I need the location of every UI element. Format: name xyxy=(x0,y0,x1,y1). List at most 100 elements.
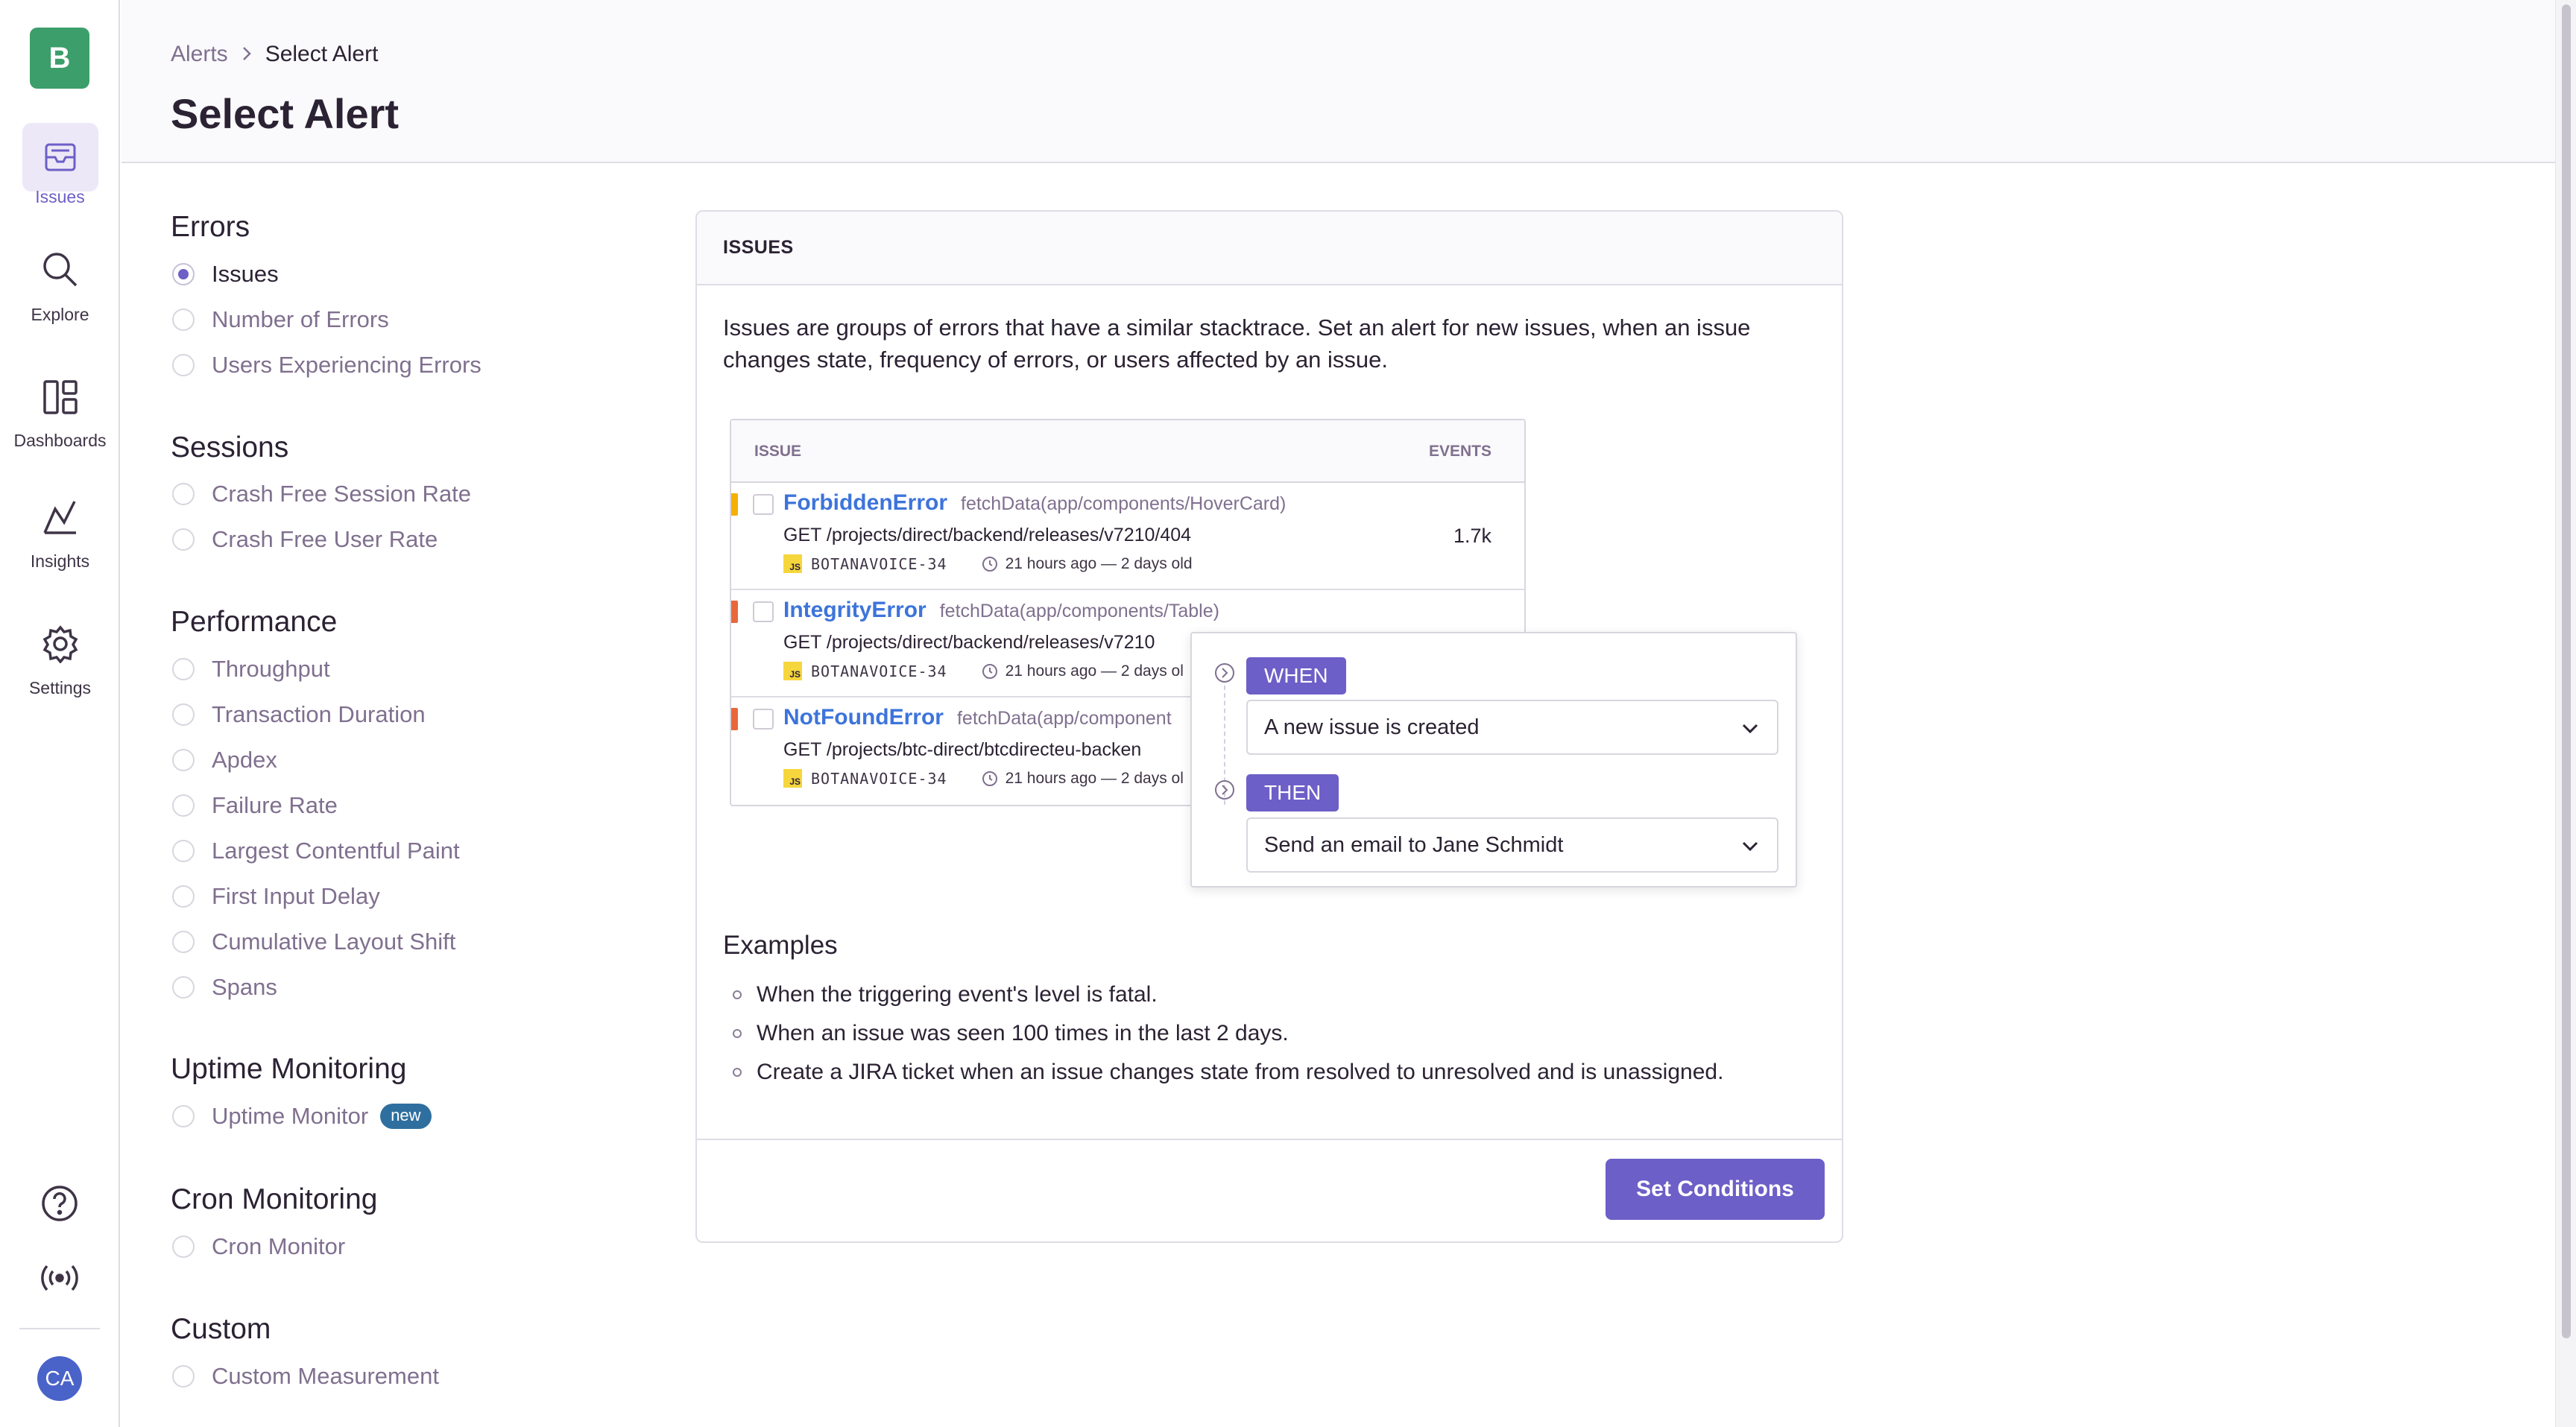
primary-sidebar: B Issues Explore Dashboards Insights Set… xyxy=(0,0,120,1427)
issue-checkbox[interactable] xyxy=(753,709,774,730)
option-spans[interactable]: Spans xyxy=(171,972,277,1002)
radio-users-experiencing-errors[interactable] xyxy=(172,354,195,376)
option-issues[interactable]: Issues xyxy=(171,259,279,289)
scrollbar-thumb[interactable] xyxy=(2562,4,2571,1338)
option-label: Largest Contentful Paint xyxy=(212,838,460,864)
then-chip: THEN xyxy=(1246,774,1339,811)
page-title: Select Alert xyxy=(171,90,400,137)
help-button[interactable] xyxy=(36,1181,83,1229)
column-header-events: EVENTS xyxy=(1428,443,1491,460)
option-uptime-monitor[interactable]: Uptime Monitor new xyxy=(171,1101,432,1131)
option-number-of-errors[interactable]: Number of Errors xyxy=(171,305,389,335)
radio-apdex[interactable] xyxy=(172,749,195,771)
option-label: Custom Measurement xyxy=(212,1363,439,1389)
option-label: Number of Errors xyxy=(212,306,389,332)
nav-item-dashboards[interactable]: Dashboards xyxy=(0,379,120,451)
option-label: Throughput xyxy=(212,656,330,682)
issue-checkbox[interactable] xyxy=(753,494,774,515)
option-transaction-duration[interactable]: Transaction Duration xyxy=(171,700,426,730)
nav-label-dashboards: Dashboards xyxy=(13,431,107,450)
radio-crash-free-user-rate[interactable] xyxy=(172,528,195,551)
nav-label-insights: Insights xyxy=(30,551,90,571)
radio-number-of-errors[interactable] xyxy=(172,309,195,331)
nav-label-settings: Settings xyxy=(28,678,92,697)
search-icon xyxy=(40,250,80,290)
issue-culprit: fetchData(app/component xyxy=(956,708,1172,729)
option-label: Issues xyxy=(212,261,279,287)
radio-largest-contentful-paint[interactable] xyxy=(172,840,195,862)
nav-label-issues: Issues xyxy=(35,187,85,206)
broadcasts-button[interactable] xyxy=(36,1256,83,1303)
nav-item-issues[interactable]: Issues xyxy=(0,123,120,207)
page-header: Alerts Select Alert Select Alert xyxy=(121,0,2555,163)
option-label: Spans xyxy=(212,974,277,1000)
radio-issues[interactable] xyxy=(172,263,195,285)
nav-item-explore[interactable]: Explore xyxy=(0,250,120,325)
nav-item-insights[interactable]: Insights xyxy=(0,498,120,572)
group-title-cron-monitoring: Cron Monitoring xyxy=(171,1183,378,1215)
radio-uptime-monitor[interactable] xyxy=(172,1105,195,1127)
javascript-platform-icon: JS xyxy=(783,554,802,573)
clock-icon xyxy=(982,556,998,572)
option-label: Users Experiencing Errors xyxy=(212,352,482,378)
issues-icon xyxy=(42,139,78,175)
option-label: Transaction Duration xyxy=(212,701,426,727)
issue-row: ForbiddenError fetchData(app/components/H… xyxy=(731,483,1524,590)
option-cron-monitor[interactable]: Cron Monitor xyxy=(171,1232,345,1262)
option-custom-measurement[interactable]: Custom Measurement xyxy=(171,1361,439,1391)
issue-meta: JS BOTANAVOICE-34 21 hours ago — 2 days … xyxy=(783,662,1184,680)
group-title-errors: Errors xyxy=(171,211,250,243)
option-users-experiencing-errors[interactable]: Users Experiencing Errors xyxy=(171,350,482,380)
group-title-performance: Performance xyxy=(171,606,338,638)
sidebar-divider xyxy=(19,1328,100,1329)
nav-item-settings[interactable]: Settings xyxy=(0,624,120,698)
level-indicator xyxy=(731,708,738,730)
gear-icon xyxy=(41,624,80,663)
when-select[interactable]: A new issue is created xyxy=(1246,700,1778,755)
breadcrumb-alerts-link[interactable]: Alerts xyxy=(171,42,228,67)
option-label: Crash Free User Rate xyxy=(212,526,438,552)
option-cumulative-layout-shift[interactable]: Cumulative Layout Shift xyxy=(171,927,455,957)
examples-list: When the triggering event's level is fat… xyxy=(733,975,1723,1092)
option-label: Cumulative Layout Shift xyxy=(212,928,456,955)
radio-first-input-delay[interactable] xyxy=(172,885,195,908)
column-header-issue: ISSUE xyxy=(754,443,802,460)
examples-title: Examples xyxy=(723,931,838,960)
radio-crash-free-session-rate[interactable] xyxy=(172,483,195,505)
option-crash-free-user-rate[interactable]: Crash Free User Rate xyxy=(171,525,438,554)
option-crash-free-session-rate[interactable]: Crash Free Session Rate xyxy=(171,479,471,509)
option-label: First Input Delay xyxy=(212,883,380,909)
option-failure-rate[interactable]: Failure Rate xyxy=(171,791,338,820)
chevron-right-icon xyxy=(242,43,252,66)
option-largest-contentful-paint[interactable]: Largest Contentful Paint xyxy=(171,836,460,866)
radio-throughput[interactable] xyxy=(172,658,195,680)
page-scrollbar[interactable] xyxy=(2555,0,2576,1427)
issue-short-id: BOTANAVOICE-34 xyxy=(811,662,947,680)
org-avatar[interactable]: B xyxy=(30,28,89,89)
when-select-value: A new issue is created xyxy=(1264,715,1480,739)
issue-message: GET /projects/direct/backend/releases/v7… xyxy=(783,632,1155,653)
radio-transaction-duration[interactable] xyxy=(172,703,195,726)
issue-short-id: BOTANAVOICE-34 xyxy=(811,554,947,573)
issue-events-count: 1.7k xyxy=(1453,525,1491,547)
option-label: Cron Monitor xyxy=(212,1233,346,1259)
then-select[interactable]: Send an email to Jane Schmidt xyxy=(1246,817,1778,873)
breadcrumb-current: Select Alert xyxy=(265,42,379,66)
radio-failure-rate[interactable] xyxy=(172,794,195,817)
issue-message: GET /projects/btc-direct/btcdirecteu-bac… xyxy=(783,739,1142,760)
then-select-value: Send an email to Jane Schmidt xyxy=(1264,832,1564,857)
option-throughput[interactable]: Throughput xyxy=(171,654,330,684)
user-avatar[interactable]: CA xyxy=(37,1356,82,1401)
issue-age: 21 hours ago — 2 days old xyxy=(1005,554,1193,572)
radio-cron-monitor[interactable] xyxy=(172,1235,195,1258)
issue-title: NotFoundError fetchData(app/component xyxy=(783,705,1172,730)
issue-table-header: ISSUE EVENTS xyxy=(731,420,1524,483)
option-first-input-delay[interactable]: First Input Delay xyxy=(171,882,380,911)
radio-custom-measurement[interactable] xyxy=(172,1365,195,1388)
radio-spans[interactable] xyxy=(172,976,195,999)
issue-checkbox[interactable] xyxy=(753,601,774,622)
radio-cumulative-layout-shift[interactable] xyxy=(172,931,195,953)
set-conditions-button[interactable]: Set Conditions xyxy=(1606,1159,1825,1220)
breadcrumb: Alerts Select Alert xyxy=(171,42,378,67)
option-apdex[interactable]: Apdex xyxy=(171,745,277,775)
